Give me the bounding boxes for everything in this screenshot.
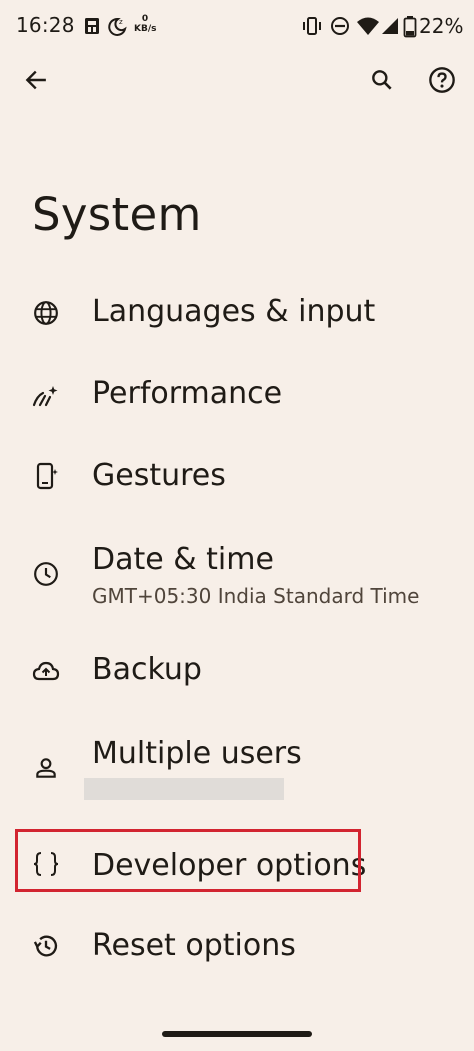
settings-item-languages-input[interactable]: Languages & input bbox=[0, 272, 474, 354]
search-icon bbox=[372, 70, 392, 90]
person-icon bbox=[32, 754, 60, 782]
wifi-icon bbox=[356, 15, 380, 37]
network-speed-value: 0 bbox=[141, 14, 149, 24]
highlight-box bbox=[15, 829, 361, 892]
cell-signal-icon bbox=[380, 15, 400, 37]
settings-item-label: Date & time bbox=[92, 542, 274, 577]
settings-item-backup[interactable]: Backup bbox=[0, 630, 474, 712]
do-not-disturb-moon-icon: z bbox=[106, 15, 127, 37]
svg-text:z: z bbox=[119, 18, 123, 26]
settings-item-gestures[interactable]: Gestures bbox=[0, 436, 474, 518]
settings-item-label: Multiple users bbox=[92, 736, 302, 771]
settings-item-label: Reset options bbox=[92, 928, 296, 963]
help-icon bbox=[429, 67, 455, 93]
gesture-navigation-handle[interactable] bbox=[162, 1031, 312, 1037]
help-button[interactable] bbox=[422, 60, 462, 100]
settings-item-multiple-users[interactable]: Multiple users bbox=[0, 712, 474, 824]
cloud-upload-icon bbox=[32, 657, 60, 685]
settings-item-summary: GMT+05:30 India Standard Time bbox=[92, 584, 420, 608]
settings-item-label: Languages & input bbox=[92, 294, 376, 329]
history-icon bbox=[32, 932, 60, 960]
settings-item-date-time[interactable]: Date & time GMT+05:30 India Standard Tim… bbox=[0, 518, 474, 630]
page-title: System bbox=[32, 188, 202, 241]
clock-icon bbox=[32, 560, 60, 588]
settings-item-label: Backup bbox=[92, 652, 202, 687]
gestures-phone-icon bbox=[32, 462, 60, 490]
status-bar: 16:28 z 0 KB/s 22% bbox=[0, 0, 474, 54]
performance-icon bbox=[32, 382, 60, 410]
globe-icon bbox=[32, 299, 60, 327]
network-speed-unit: KB/s bbox=[134, 24, 157, 34]
status-time: 16:28 bbox=[16, 13, 75, 37]
settings-item-label: Performance bbox=[92, 376, 283, 411]
settings-item-performance[interactable]: Performance bbox=[0, 354, 474, 436]
settings-item-label: Gestures bbox=[92, 458, 226, 493]
dnd-circle-icon bbox=[330, 15, 350, 37]
back-button[interactable] bbox=[16, 60, 56, 100]
arrow-back-icon bbox=[25, 70, 46, 90]
vibrate-icon bbox=[302, 15, 322, 37]
settings-item-reset-options[interactable]: Reset options bbox=[0, 906, 474, 988]
redacted-summary bbox=[84, 778, 284, 800]
app-notification-icon bbox=[82, 15, 102, 37]
battery-percentage: 22% bbox=[419, 14, 464, 38]
network-speed-indicator: 0 KB/s bbox=[134, 14, 156, 34]
battery-icon bbox=[403, 15, 417, 38]
search-button[interactable] bbox=[362, 60, 402, 100]
